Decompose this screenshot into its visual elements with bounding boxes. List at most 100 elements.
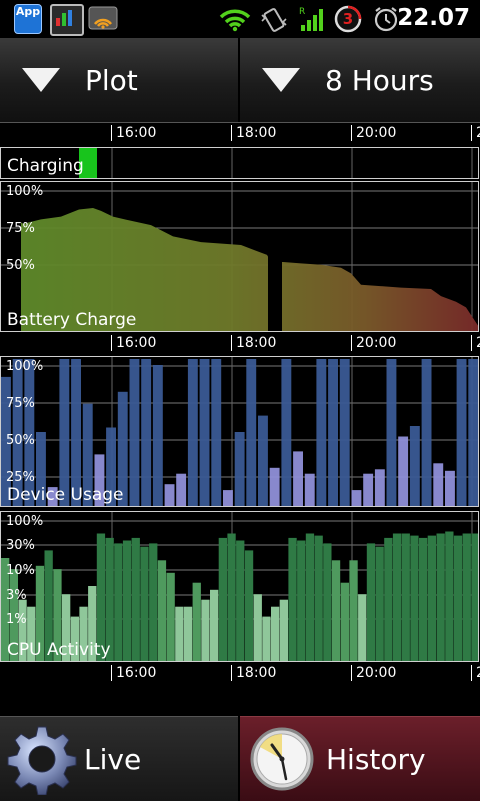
usage-bar (374, 469, 385, 506)
battery-panel: 100% 75% 50% Battery Charge (0, 181, 479, 332)
wifi-signal-icon (219, 9, 251, 32)
cpu-bar (114, 543, 123, 661)
alarm-clock-icon (374, 7, 398, 32)
tick-label: 18:00 (236, 665, 277, 681)
cpu-bar (366, 543, 376, 661)
tick-label: 2 (476, 335, 480, 351)
usage-bar (398, 436, 409, 506)
usage-bar (328, 359, 338, 506)
tick-label: 20:00 (356, 335, 397, 351)
clock-icon (250, 727, 314, 791)
charging-panel: Charging (0, 147, 479, 179)
cpu-bar (375, 546, 384, 661)
cpu-bar (244, 550, 254, 661)
tick-label: 18:00 (236, 335, 277, 351)
tick-label: 16:00 (116, 125, 157, 141)
tick-label: 16:00 (116, 665, 157, 681)
cpu-label-1: 1% (6, 612, 27, 627)
plot-label: Plot (85, 63, 138, 97)
tick-label: 2 (476, 125, 480, 141)
cpu-bar (453, 535, 463, 661)
cpu-bar (140, 546, 149, 661)
usage-bar (199, 359, 210, 506)
app-icon[interactable]: App (14, 4, 42, 34)
cpu-bar (122, 540, 132, 661)
system-monitor-icon[interactable] (50, 4, 84, 36)
cpu-bar (218, 537, 227, 661)
usage-bar (152, 365, 163, 506)
cpu-bar (297, 540, 306, 661)
cell-signal-icon: R (299, 7, 323, 31)
tick-mark (351, 665, 352, 681)
usage-bar (386, 359, 397, 506)
device-usage-title: Device Usage (7, 485, 124, 505)
vibrate-icon (261, 8, 287, 32)
status-bar: App R 3 22.07 (0, 0, 480, 38)
top-bar: Plot 8 Hours (0, 38, 480, 123)
live-label: Live (84, 742, 142, 776)
usage-bar (456, 359, 467, 506)
battery-label-100: 100% (6, 184, 44, 199)
cpu-bar (175, 606, 184, 661)
cpu-bar (358, 594, 367, 661)
usage-bar (269, 467, 280, 506)
history-button[interactable]: History (240, 716, 480, 801)
cpu-bar (331, 560, 341, 661)
cpu-bar (192, 582, 201, 661)
usage-bar (339, 359, 350, 506)
battery-label-75: 75% (6, 221, 35, 236)
notification-count: 3 (342, 10, 354, 28)
battery-counter-icon: 3 (334, 5, 362, 33)
tick-mark (111, 125, 112, 141)
plot-dropdown-button[interactable]: Plot (0, 38, 240, 122)
history-label: History (326, 742, 426, 776)
usage-bar (211, 359, 222, 506)
cpu-bar (427, 535, 436, 661)
tick-mark (111, 665, 112, 681)
usage-bar (363, 473, 374, 506)
tick-mark (471, 665, 472, 681)
cpu-bar (392, 533, 402, 661)
cpu-label-10: 10% (6, 563, 35, 578)
usage-label-100: 100% (6, 359, 44, 374)
usage-bar (164, 484, 175, 506)
charging-title: Charging (7, 156, 84, 176)
battery-label-50: 50% (6, 258, 35, 273)
cpu-bar (279, 599, 288, 661)
tick-label: 20:00 (356, 665, 397, 681)
cpu-bar (323, 543, 332, 661)
cpu-bar (210, 589, 219, 661)
bottom-bar: Live History (0, 716, 480, 801)
cpu-bar (462, 533, 471, 661)
time-axis-top: 16:00 18:00 20:00 2 (0, 122, 480, 144)
usage-bar (409, 426, 420, 506)
dropdown-triangle-icon (22, 68, 60, 92)
gear-icon (7, 726, 77, 795)
time-axis-battery: 16:00 18:00 20:00 2 (0, 332, 480, 354)
cpu-bar (419, 537, 428, 661)
cpu-bar (149, 543, 158, 661)
wifi-notification-icon[interactable] (88, 4, 118, 32)
cpu-panel: 100% 30% 10% 3% 1% CPU Activity (0, 511, 479, 662)
status-time: 22.07 (397, 5, 470, 31)
cpu-bar (157, 560, 167, 661)
usage-label-25: 25% (6, 470, 35, 485)
cpu-bar (384, 537, 393, 661)
tick-mark (471, 125, 472, 141)
device-usage-panel: 100% 75% 50% 25% Device Usage (0, 356, 479, 507)
tick-mark (231, 125, 232, 141)
tick-label: 16:00 (116, 335, 157, 351)
cpu-bar (166, 572, 175, 661)
cpu-bar (314, 535, 323, 661)
duration-dropdown-button[interactable]: 8 Hours (240, 38, 480, 122)
tick-label: 18:00 (236, 125, 277, 141)
usage-bar (445, 470, 455, 506)
dropdown-triangle-icon (262, 68, 300, 92)
battery-title: Battery Charge (7, 310, 137, 330)
usage-bar (433, 463, 444, 506)
cpu-bar (349, 560, 358, 661)
tick-mark (231, 665, 232, 681)
tick-mark (111, 335, 112, 351)
battery-gap (268, 252, 282, 331)
live-button[interactable]: Live (0, 716, 238, 801)
